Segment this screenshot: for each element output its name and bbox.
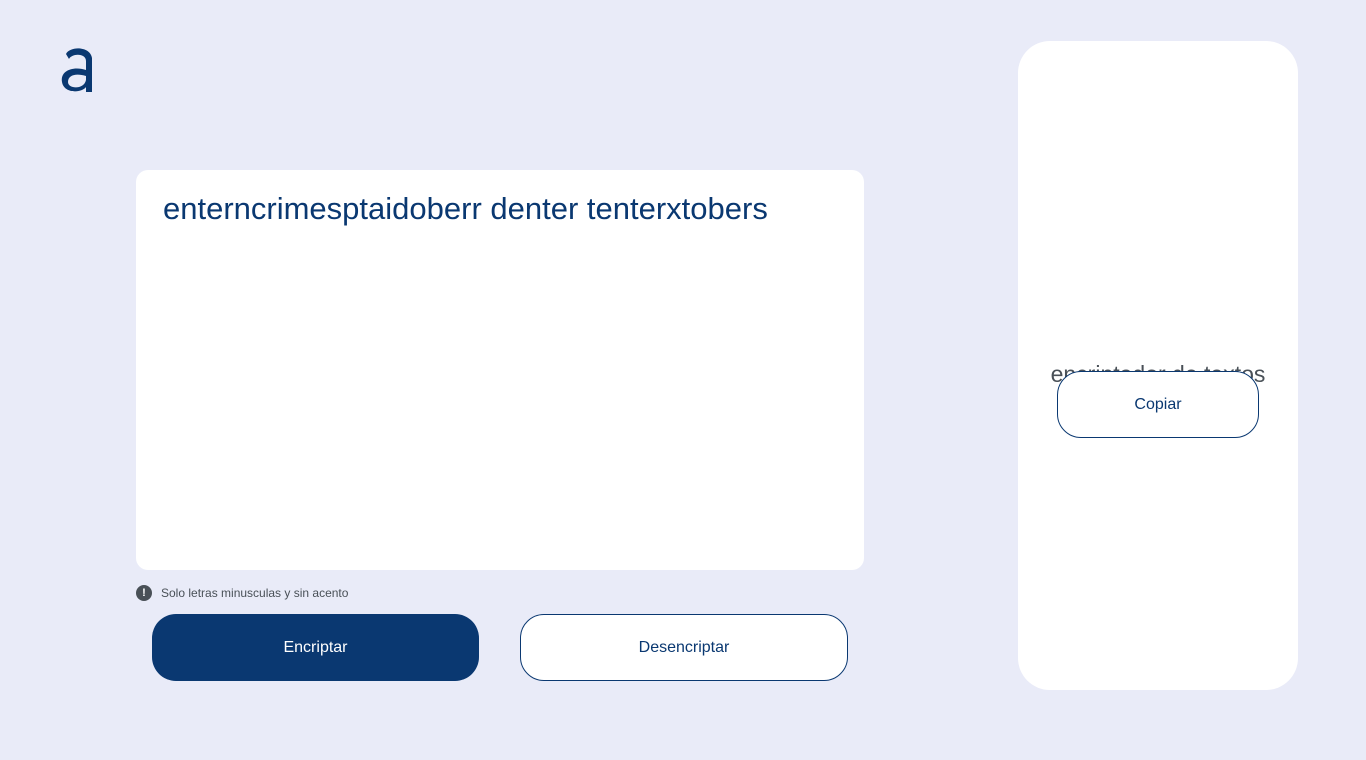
output-panel: encriptador de textos Copiar (1018, 41, 1298, 690)
input-card: enterncrimesptaidoberr denter tenterxtob… (136, 170, 864, 570)
input-hint: ! Solo letras minusculas y sin acento (136, 585, 348, 601)
hint-text: Solo letras minusculas y sin acento (161, 586, 349, 600)
encrypt-button[interactable]: Encriptar (152, 614, 479, 681)
text-input[interactable]: enterncrimesptaidoberr denter tenterxtob… (163, 190, 837, 550)
decrypt-button[interactable]: Desencriptar (520, 614, 848, 681)
copy-button[interactable]: Copiar (1057, 371, 1259, 438)
alura-logo-icon (61, 48, 92, 92)
exclamation-circle-icon: ! (136, 585, 152, 601)
app-page: enterncrimesptaidoberr denter tenterxtob… (0, 0, 1366, 760)
